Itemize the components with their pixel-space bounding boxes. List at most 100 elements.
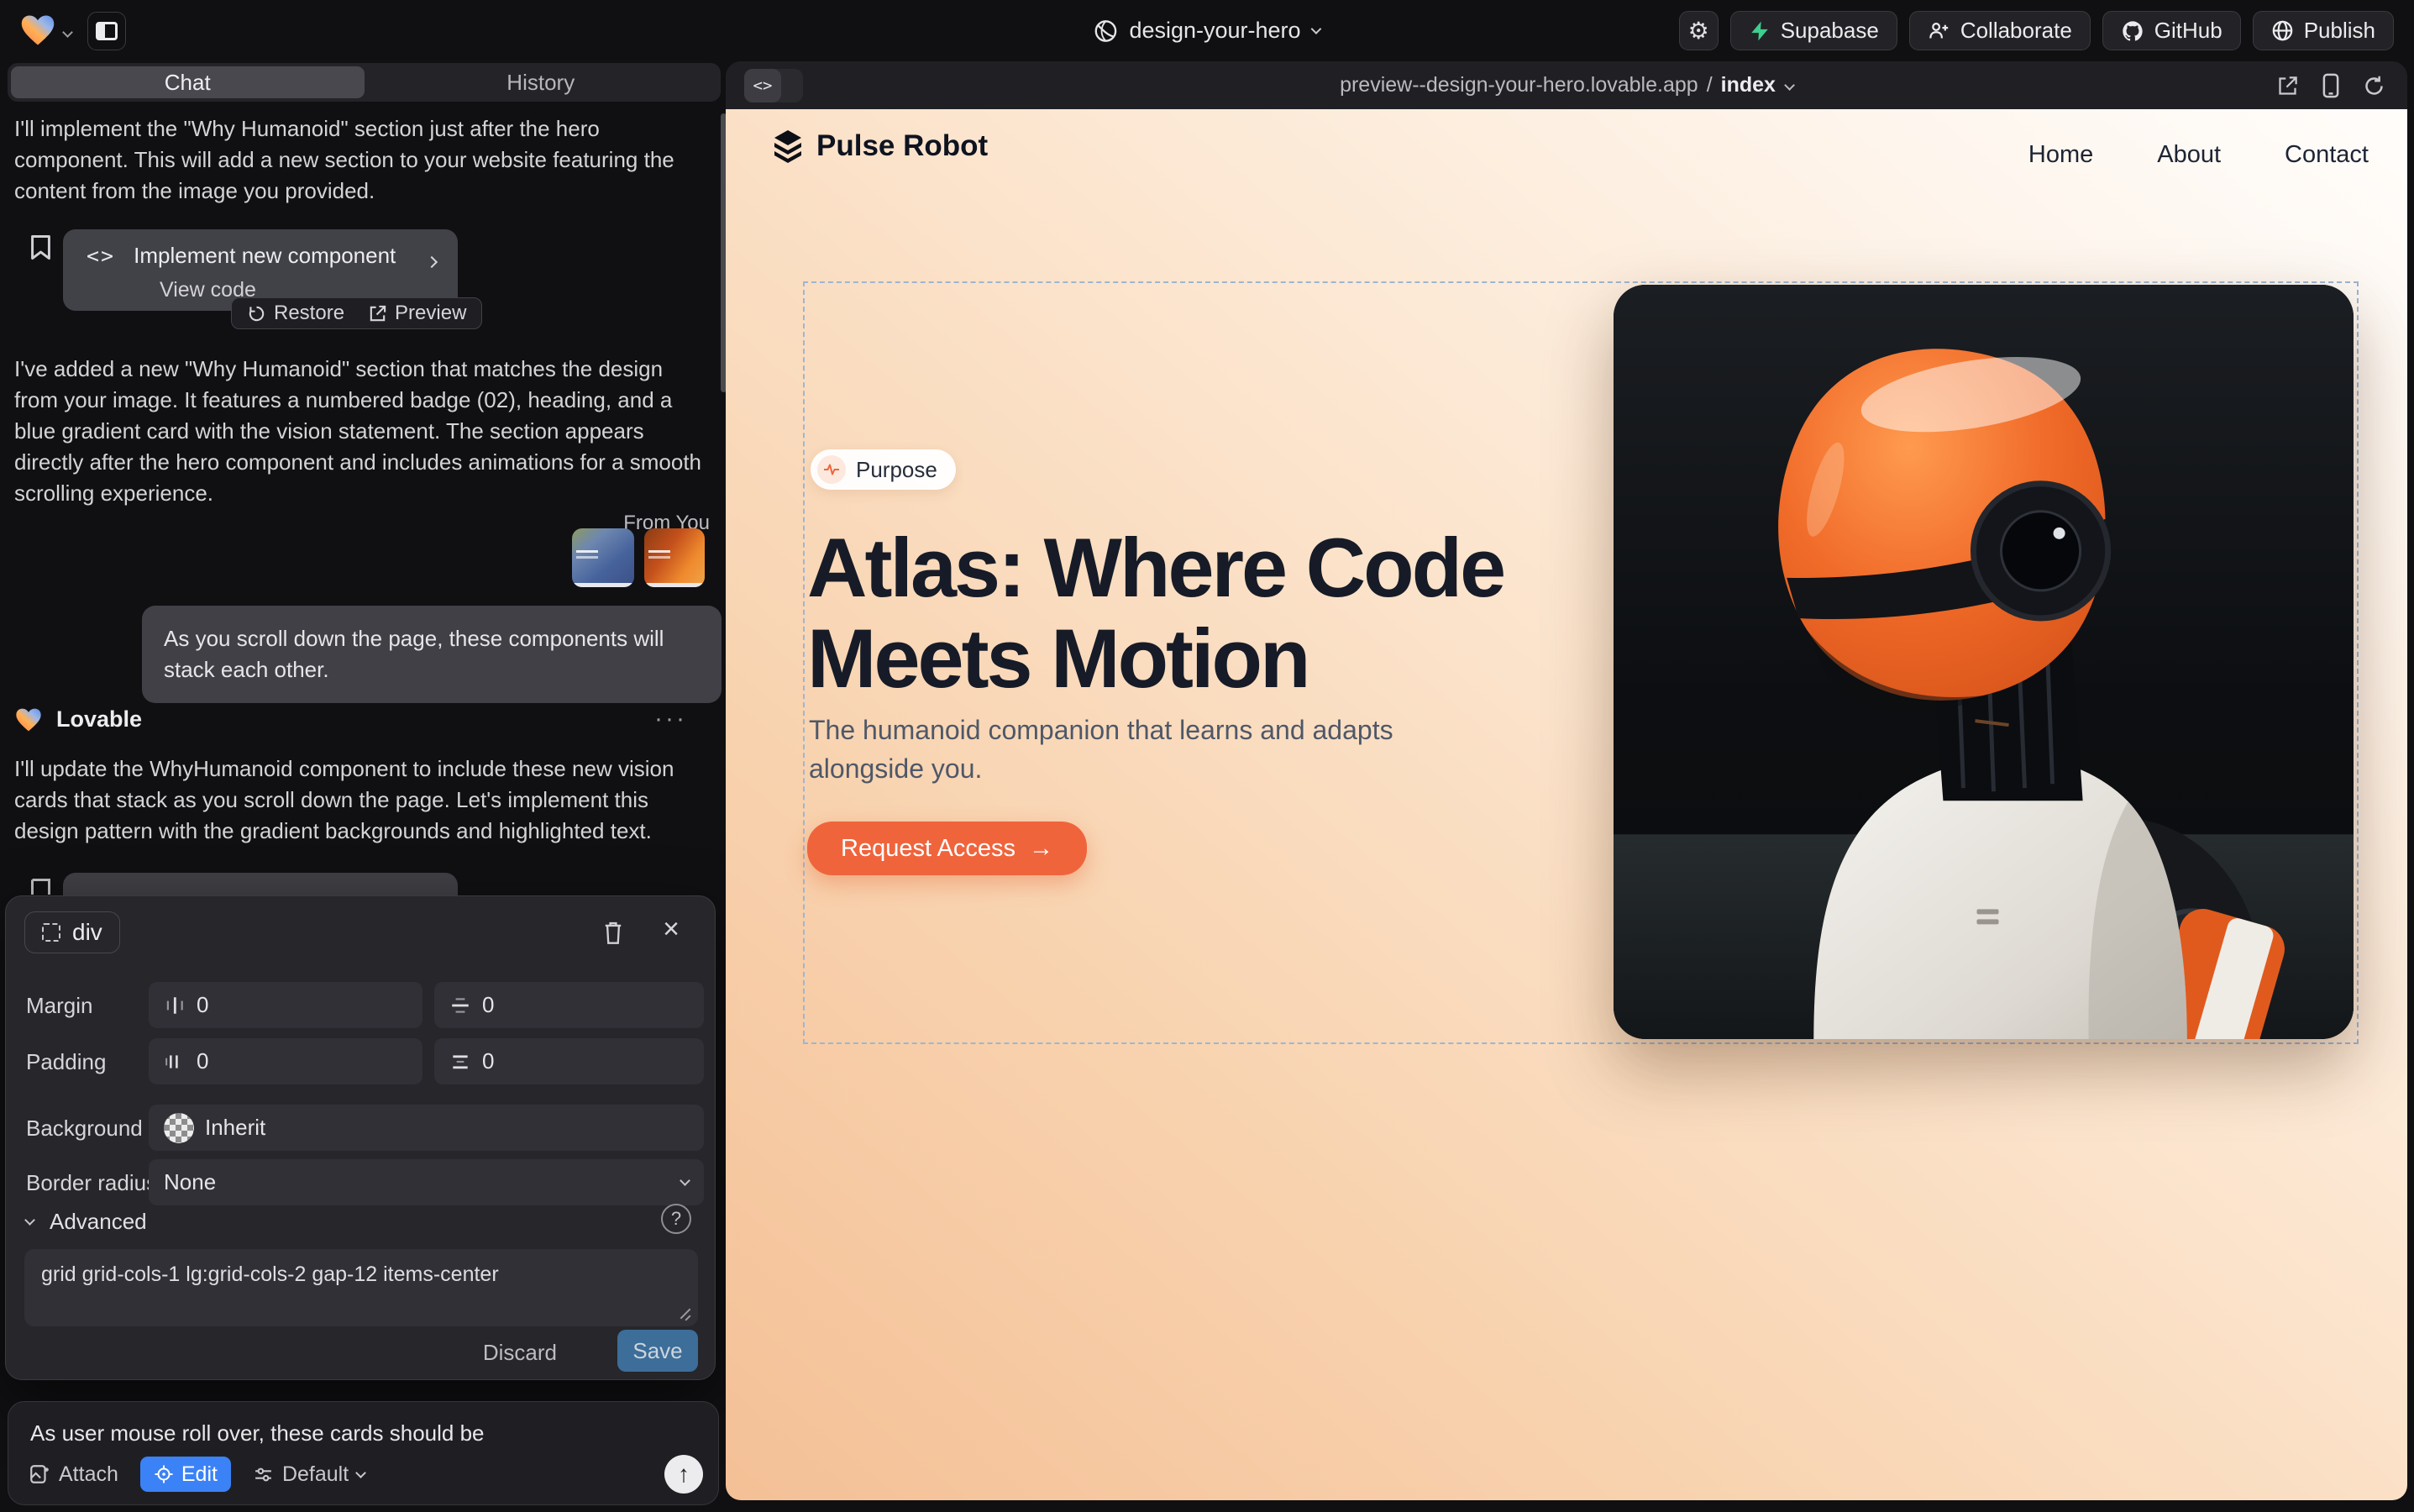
advanced-toggle[interactable]: Advanced — [26, 1209, 147, 1235]
collaborate-label: Collaborate — [1960, 18, 2072, 44]
bookmark-icon — [30, 878, 51, 895]
github-button[interactable]: GitHub — [2102, 11, 2241, 50]
background-input[interactable]: Inherit — [149, 1105, 704, 1151]
mode-label: Default — [282, 1462, 349, 1487]
selected-element-tag: div — [72, 919, 102, 946]
preview-label: Preview — [395, 302, 466, 325]
preview-panel: <> preview--design-your-hero.lovable.app… — [726, 61, 2407, 1500]
save-button[interactable]: Save — [617, 1330, 698, 1372]
open-in-new-tab-icon[interactable] — [2276, 75, 2299, 97]
arrow-right-icon: → — [1029, 835, 1053, 863]
sidebar-panel-icon — [96, 22, 118, 40]
restore-label: Restore — [274, 302, 344, 325]
message-menu-button[interactable]: ··· — [654, 705, 687, 733]
mobile-view-icon[interactable] — [2321, 73, 2341, 98]
model-mode-select[interactable]: Default — [253, 1462, 365, 1487]
padding-x-input[interactable]: 0 — [149, 1038, 422, 1084]
margin-y-value: 0 — [482, 992, 494, 1018]
preview-url-bar[interactable]: preview--design-your-hero.lovable.app / … — [1340, 61, 1793, 109]
workspace-chevron-down-icon[interactable] — [64, 25, 71, 40]
chevron-down-icon — [680, 1175, 690, 1186]
nav-about[interactable]: About — [2157, 141, 2221, 169]
margin-horizontal-icon — [164, 995, 186, 1016]
tool-card-title: Implement new component — [134, 243, 396, 269]
padding-horizontal-icon — [164, 1051, 186, 1073]
attach-label: Attach — [59, 1462, 118, 1487]
publish-button[interactable]: Publish — [2253, 11, 2394, 50]
image-icon — [29, 1463, 50, 1485]
padding-label: Padding — [26, 1049, 106, 1075]
restore-button[interactable]: Restore — [247, 302, 344, 325]
hero-heading: Atlas: Where Code Meets Motion — [807, 522, 1530, 704]
bookmark-icon[interactable] — [30, 234, 51, 260]
nav-home[interactable]: Home — [2028, 141, 2093, 169]
element-inspector-panel: div × Margin 0 0 Padding — [5, 895, 716, 1380]
selected-element-pill[interactable]: div — [24, 911, 120, 953]
site-brand-name: Pulse Robot — [816, 129, 988, 163]
supabase-button[interactable]: Supabase — [1730, 11, 1897, 50]
project-globe-icon — [1094, 19, 1117, 43]
code-view-toggle[interactable]: <> — [744, 69, 803, 102]
attachment-thumbnail-blue[interactable] — [572, 528, 634, 587]
border-radius-value: None — [164, 1169, 216, 1195]
sliders-icon — [253, 1464, 274, 1485]
assistant-message-2: I've added a new "Why Humanoid" section … — [14, 354, 708, 509]
collaborate-users-icon — [1928, 19, 1950, 42]
preview-button[interactable]: Preview — [368, 302, 466, 325]
tab-chat[interactable]: Chat — [11, 66, 365, 98]
help-icon[interactable]: ? — [661, 1204, 691, 1234]
background-label: Background — [26, 1116, 143, 1142]
transparency-swatch-icon — [164, 1113, 194, 1143]
supabase-bolt-icon — [1749, 20, 1771, 42]
project-name: design-your-hero — [1129, 18, 1300, 44]
trash-icon[interactable] — [602, 920, 624, 945]
sidebar-toggle-button[interactable] — [87, 12, 126, 50]
padding-y-value: 0 — [482, 1048, 494, 1074]
pulse-robot-logo-icon — [773, 129, 803, 163]
assistant-message-1: I'll implement the "Why Humanoid" sectio… — [14, 113, 708, 207]
send-button[interactable]: ↑ — [664, 1455, 703, 1494]
topbar-actions: ⚙ Supabase Collaborate Gi — [1679, 11, 2394, 50]
hero-robot-image — [1614, 285, 2354, 1039]
margin-label: Margin — [26, 993, 92, 1019]
chevron-down-icon — [1784, 80, 1795, 91]
discard-button[interactable]: Discard — [483, 1340, 557, 1366]
margin-x-input[interactable]: 0 — [149, 982, 422, 1028]
hero-subtext: The humanoid companion that learns and a… — [809, 711, 1456, 788]
lovable-heart-icon[interactable] — [20, 13, 55, 47]
project-chevron-down-icon — [1311, 24, 1322, 34]
assistant-name: Lovable — [56, 706, 142, 732]
edit-mode-button[interactable]: Edit — [140, 1457, 231, 1492]
chat-input[interactable]: As user mouse roll over, these cards sho… — [30, 1420, 696, 1446]
request-access-button[interactable]: Request Access → — [807, 822, 1087, 875]
chevron-down-icon — [24, 1215, 35, 1226]
purpose-badge-label: Purpose — [856, 457, 937, 483]
padding-y-input[interactable]: 0 — [434, 1038, 704, 1084]
project-switcher[interactable]: design-your-hero — [1094, 0, 1320, 61]
arrow-up-icon: ↑ — [678, 1461, 690, 1488]
site-nav: Home About Contact — [2028, 141, 2369, 169]
margin-y-input[interactable]: 0 — [434, 982, 704, 1028]
refresh-icon[interactable] — [2363, 75, 2385, 97]
github-label: GitHub — [2154, 18, 2222, 44]
border-radius-label: Border radius — [26, 1170, 157, 1196]
preview-page: index — [1721, 73, 1776, 97]
close-icon[interactable]: × — [663, 913, 680, 946]
collaborate-button[interactable]: Collaborate — [1909, 11, 2091, 50]
publish-label: Publish — [2304, 18, 2375, 44]
border-radius-select[interactable]: None — [149, 1159, 704, 1205]
restore-preview-bar: Restore Preview — [231, 297, 482, 329]
margin-x-value: 0 — [197, 992, 208, 1018]
nav-contact[interactable]: Contact — [2285, 141, 2369, 169]
chat-history-tabs: Chat History — [8, 63, 721, 102]
chat-input-card: As user mouse roll over, these cards sho… — [8, 1401, 719, 1505]
attach-button[interactable]: Attach — [29, 1462, 118, 1487]
gear-icon: ⚙ — [1688, 17, 1709, 45]
chat-input-toolbar: Attach Edit Default ↑ — [29, 1456, 703, 1493]
settings-button[interactable]: ⚙ — [1679, 11, 1719, 50]
selection-box-icon — [42, 923, 60, 942]
attachment-thumbnail-orange[interactable] — [644, 528, 705, 587]
classes-textarea[interactable]: grid grid-cols-1 lg:grid-cols-2 gap-12 i… — [24, 1249, 698, 1326]
site-brand[interactable]: Pulse Robot — [773, 129, 988, 163]
tab-history[interactable]: History — [365, 66, 718, 98]
